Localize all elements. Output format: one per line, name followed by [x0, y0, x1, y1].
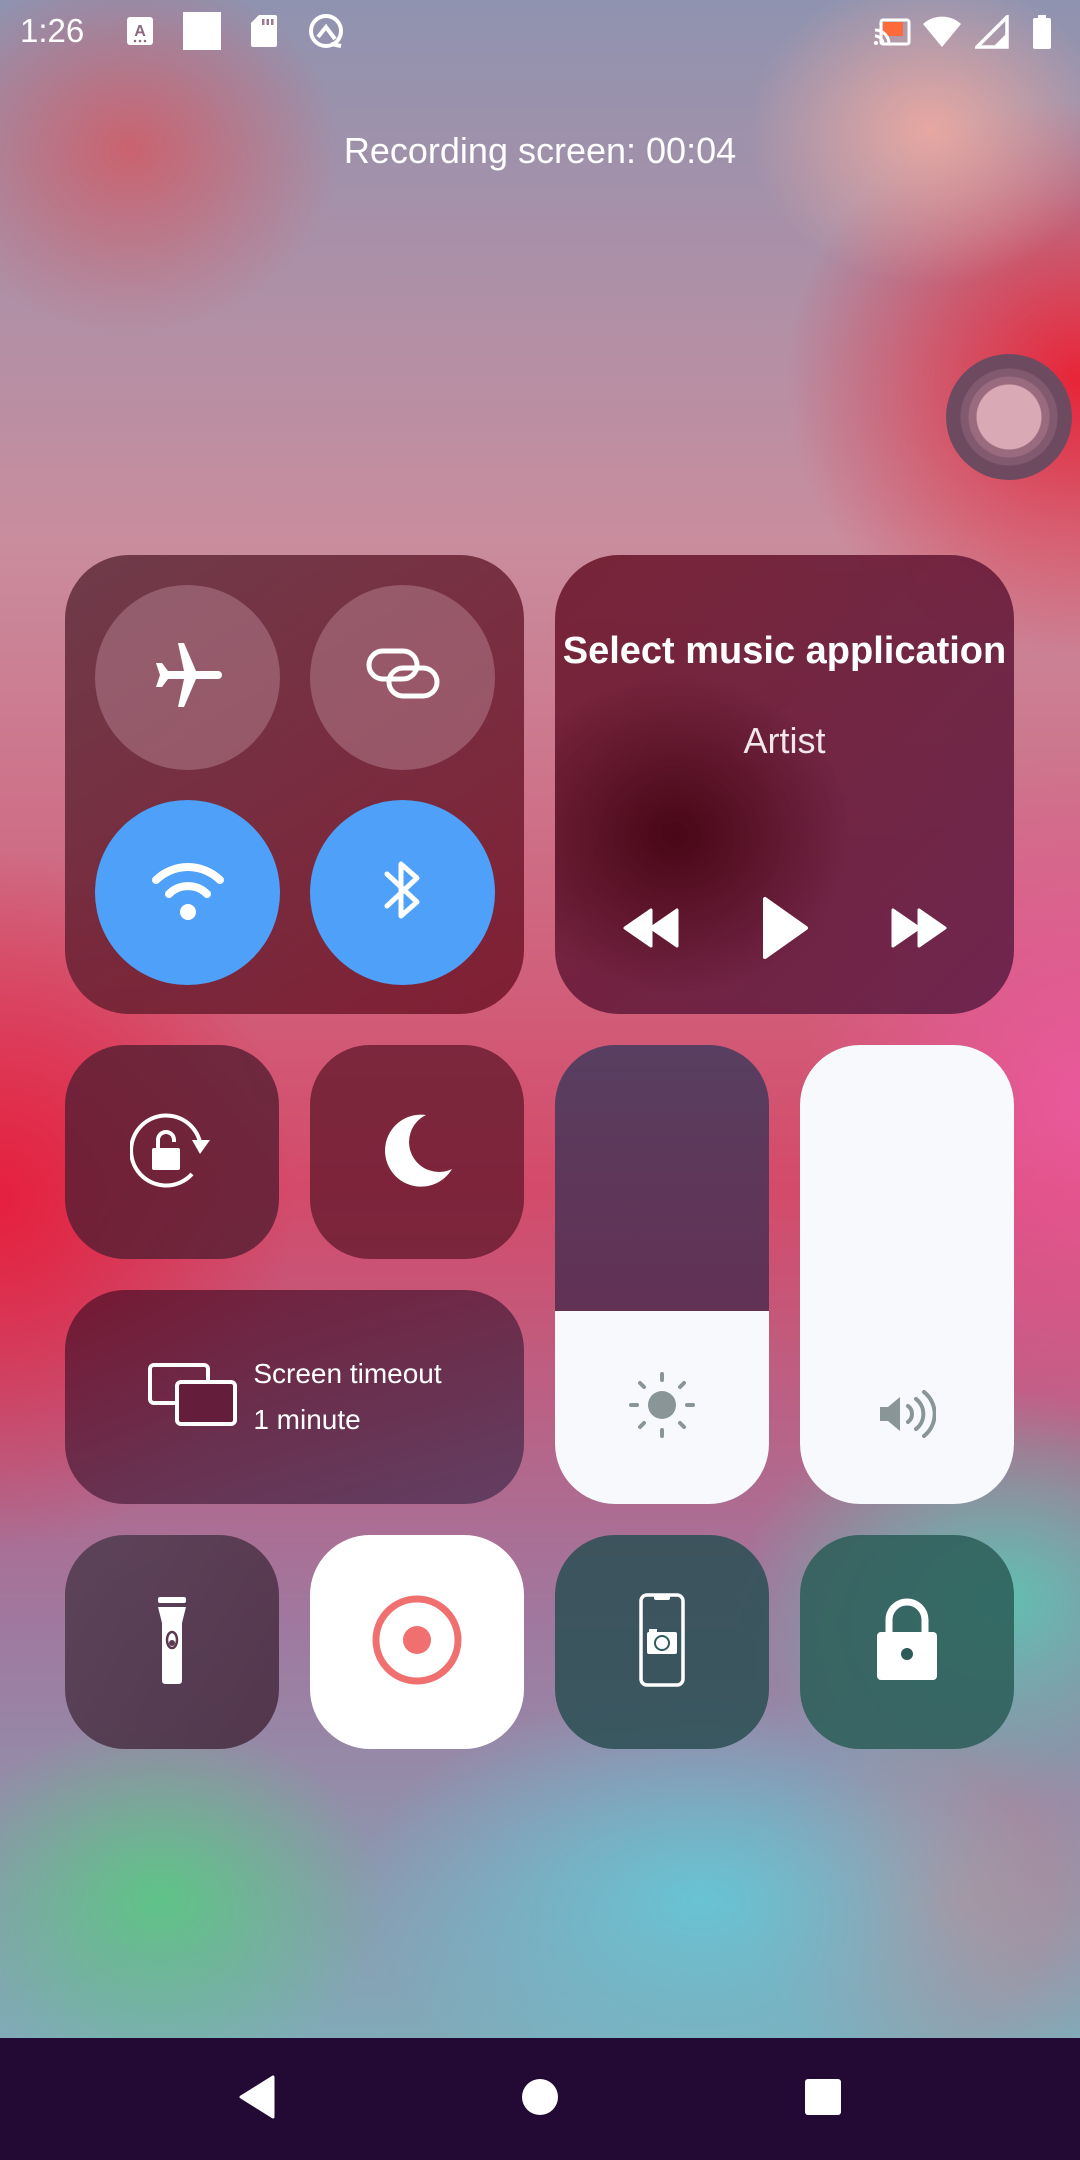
screen-timeout-tile[interactable]: Screen timeout 1 minute — [65, 1290, 524, 1504]
screen-timeout-label: Screen timeout — [253, 1358, 442, 1389]
cast-icon — [872, 12, 912, 52]
wifi-toggle[interactable] — [95, 800, 280, 985]
volume-slider[interactable] — [800, 1045, 1014, 1504]
status-bar: 1:26 A — [0, 0, 1080, 62]
screen-timeout-value: 1 minute — [253, 1404, 361, 1435]
airplane-icon — [152, 641, 224, 714]
rotation-lock-icon — [129, 1112, 214, 1193]
brightness-icon-wrap — [555, 1371, 769, 1444]
moon-icon — [380, 1113, 454, 1192]
q-logo-icon — [306, 11, 346, 51]
flashlight-icon — [152, 1595, 192, 1690]
record-icon — [371, 1594, 463, 1691]
screenshot-button[interactable] — [555, 1535, 769, 1749]
navigation-bar — [0, 2038, 1080, 2160]
bluetooth-icon — [383, 858, 423, 927]
status-time: 1:26 — [20, 12, 85, 49]
speaker-icon — [878, 1389, 937, 1444]
blank-square-icon — [182, 11, 222, 51]
do-not-disturb-toggle[interactable] — [310, 1045, 524, 1259]
padlock-icon — [875, 1598, 939, 1687]
back-icon — [237, 2075, 277, 2124]
rewind-button[interactable] — [612, 890, 692, 970]
hotspot-toggle[interactable] — [310, 585, 495, 770]
fast-forward-button[interactable] — [878, 890, 958, 970]
notification-icons: A — [120, 11, 346, 51]
wifi-icon — [151, 858, 225, 927]
fast-forward-icon — [889, 908, 947, 953]
airplane-mode-toggle[interactable] — [95, 585, 280, 770]
home-button[interactable] — [500, 2059, 580, 2139]
screen-record-toggle[interactable] — [310, 1535, 524, 1749]
flashlight-toggle[interactable] — [65, 1535, 279, 1749]
font-accessibility-icon: A — [120, 11, 160, 51]
phone-camera-icon — [638, 1592, 686, 1693]
system-icons — [872, 12, 1062, 52]
brightness-slider[interactable] — [555, 1045, 769, 1504]
sun-icon — [628, 1371, 696, 1444]
sd-card-icon — [244, 11, 284, 51]
media-title[interactable]: Select music application — [555, 630, 1014, 673]
battery-icon — [1022, 12, 1062, 52]
rewind-icon — [623, 908, 681, 953]
link-icon — [366, 648, 440, 707]
recording-status: Recording screen: 00:04 — [343, 130, 737, 171]
play-button[interactable] — [745, 890, 825, 970]
recents-button[interactable] — [783, 2059, 863, 2139]
media-controls — [555, 890, 1014, 970]
screen-timeout-text: Screen timeout 1 minute — [253, 1351, 441, 1443]
play-icon — [761, 896, 809, 965]
volume-icon-wrap — [800, 1389, 1014, 1444]
wifi-icon — [922, 12, 962, 52]
svg-text:A: A — [134, 23, 146, 40]
bluetooth-toggle[interactable] — [310, 800, 495, 985]
recents-icon — [803, 2077, 843, 2122]
back-button[interactable] — [217, 2059, 297, 2139]
home-icon — [520, 2077, 560, 2122]
media-artist: Artist — [743, 720, 826, 761]
rotation-lock-toggle[interactable] — [65, 1045, 279, 1259]
floating-recording-bubble[interactable] — [946, 354, 1072, 480]
cellular-signal-icon — [972, 12, 1012, 52]
screen-lock-button[interactable] — [800, 1535, 1014, 1749]
media-panel: Select music application Artist — [555, 555, 1014, 1014]
connectivity-panel — [65, 555, 524, 1014]
screens-icon — [147, 1362, 239, 1433]
